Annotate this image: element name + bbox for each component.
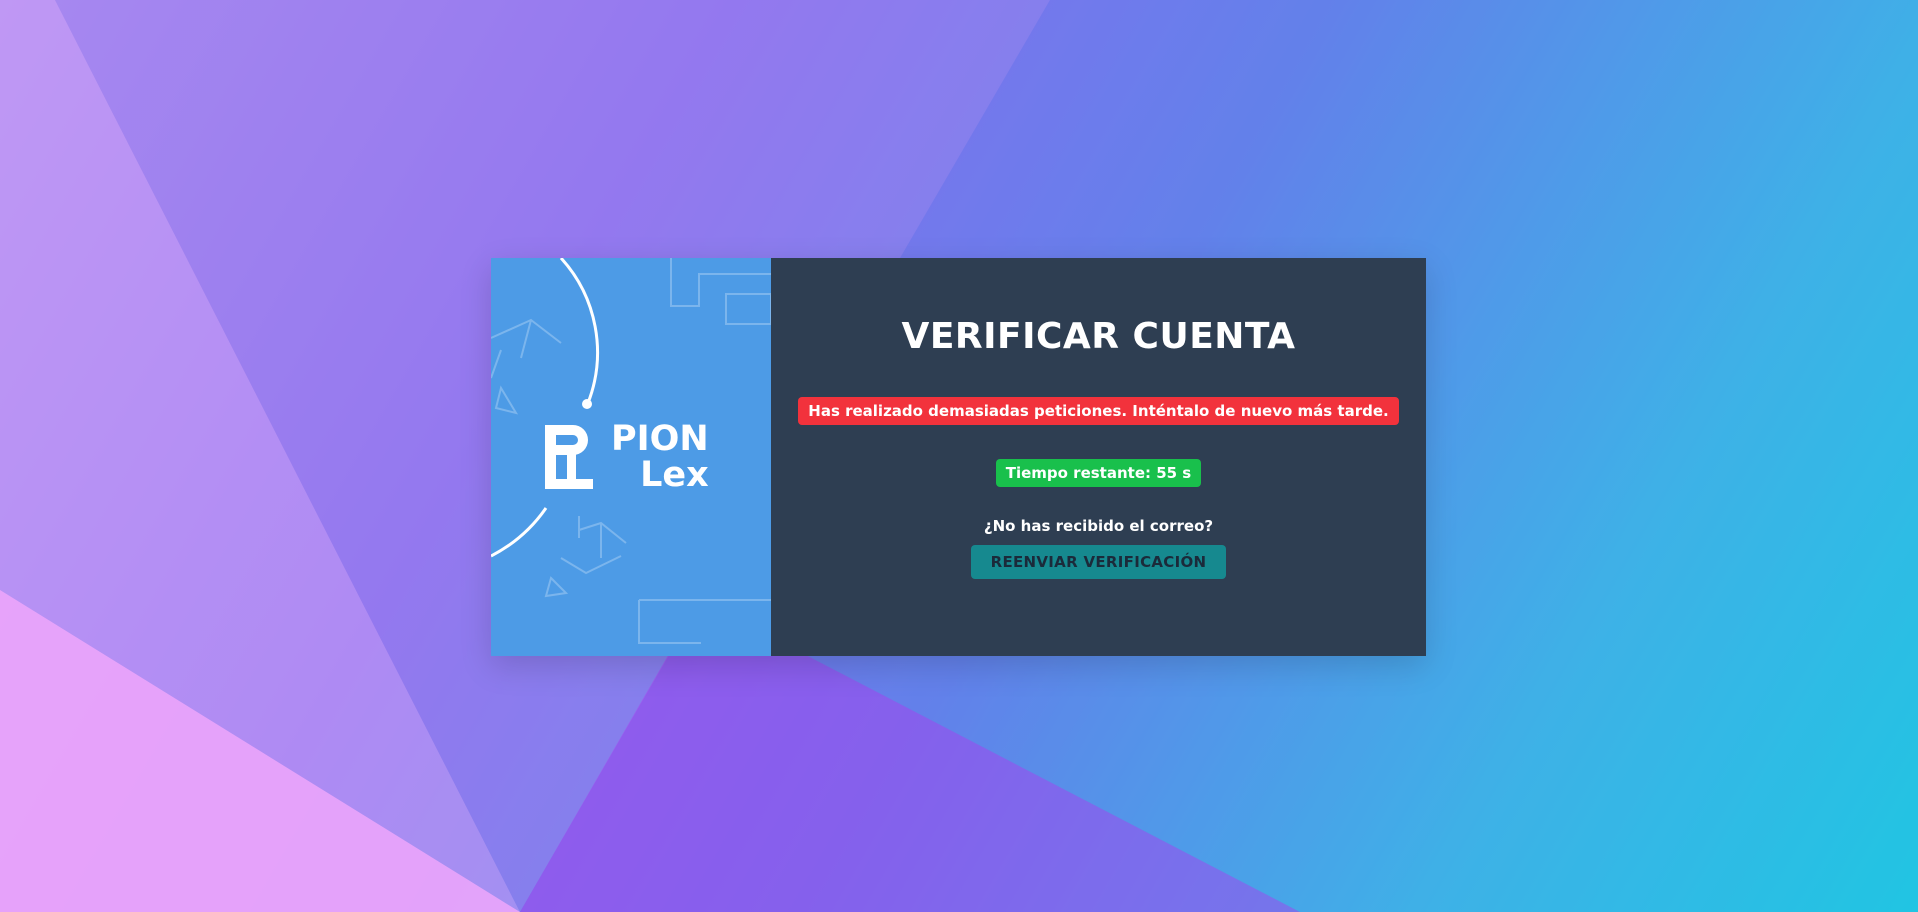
verify-card: PION Lex VERIFICAR CUENTA Has realizado … xyxy=(491,258,1426,656)
brand-name-line1: PION xyxy=(611,419,709,459)
resend-prompt: ¿No has recibido el correo? xyxy=(983,517,1214,535)
brand-logo: PION Lex xyxy=(545,421,709,493)
verification-panel: VERIFICAR CUENTA Has realizado demasiada… xyxy=(771,258,1426,656)
brand-name: PION Lex xyxy=(611,421,709,493)
countdown-badge: Tiempo restante: 55 s xyxy=(995,459,1202,487)
pionlex-logo-icon xyxy=(545,425,593,489)
resend-verification-button[interactable]: REENVIAR VERIFICACIÓN xyxy=(970,545,1227,579)
brand-panel: PION Lex xyxy=(491,258,771,656)
page-title: VERIFICAR CUENTA xyxy=(901,316,1296,357)
error-alert: Has realizado demasiadas peticiones. Int… xyxy=(798,397,1399,425)
brand-name-line2: Lex xyxy=(640,455,709,495)
